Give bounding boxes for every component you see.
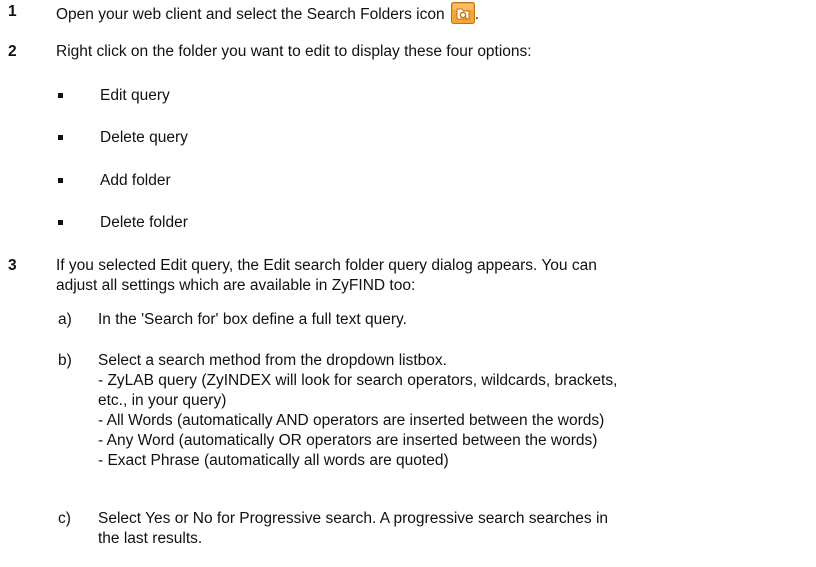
text-line: etc., in your query) xyxy=(98,392,227,409)
step-1-trailing: . xyxy=(474,6,480,23)
bullet-marker xyxy=(58,178,63,183)
bullet-text: Delete folder xyxy=(100,214,188,231)
text-line: - All Words (automatically AND operators… xyxy=(98,412,605,429)
text-line: Select a search method from the dropdown… xyxy=(98,352,447,369)
text-line: adjust all settings which are available … xyxy=(56,277,416,294)
text-line: - Exact Phrase (automatically all words … xyxy=(98,452,449,469)
bullet-text: Edit query xyxy=(100,87,170,104)
bullet-marker xyxy=(58,220,63,225)
step-1-text: Open your web client and select the Sear… xyxy=(56,6,445,23)
substep-letter: a) xyxy=(58,311,72,328)
bullet-text: Add folder xyxy=(100,172,171,189)
step-text: Open your web client and select the Sear… xyxy=(56,2,796,25)
text-line: In the 'Search for' box define a full te… xyxy=(98,311,407,328)
text-line: Select Yes or No for Progressive search.… xyxy=(98,510,609,527)
substep-text: Select Yes or No for Progressive search.… xyxy=(98,509,798,549)
step-number: 3 xyxy=(8,257,17,274)
substep-letter: b) xyxy=(58,352,72,369)
substep-letter: c) xyxy=(58,510,71,527)
step-text: Right click on the folder you want to ed… xyxy=(56,43,532,60)
text-line: - ZyLAB query (ZyINDEX will look for sea… xyxy=(98,372,618,389)
step-number: 1 xyxy=(8,3,17,20)
text-line: If you selected Edit query, the Edit sea… xyxy=(56,257,597,274)
substep-text: Select a search method from the dropdown… xyxy=(98,351,798,471)
substep-text: In the 'Search for' box define a full te… xyxy=(98,310,798,330)
search-folders-icon xyxy=(450,2,475,24)
text-line: - Any Word (automatically OR operators a… xyxy=(98,432,598,449)
text-line: the last results. xyxy=(98,530,203,547)
bullet-marker xyxy=(58,93,63,98)
step-text: If you selected Edit query, the Edit sea… xyxy=(56,256,796,296)
bullet-text: Delete query xyxy=(100,129,188,146)
step-number: 2 xyxy=(8,43,17,60)
bullet-marker xyxy=(58,135,63,140)
document-page: 1 Open your web client and select the Se… xyxy=(0,0,816,567)
